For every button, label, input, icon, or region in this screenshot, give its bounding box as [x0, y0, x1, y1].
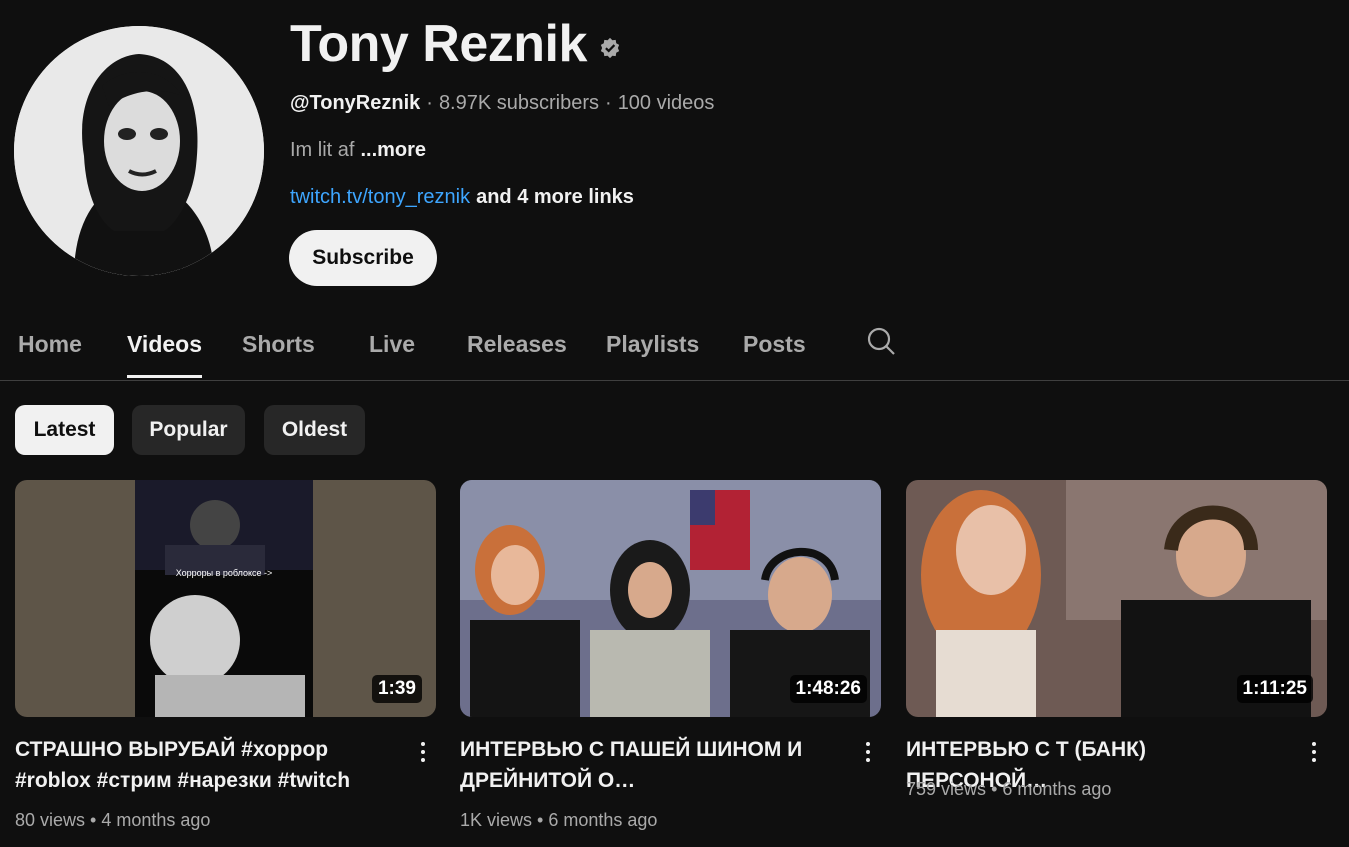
- tab-home[interactable]: Home: [18, 310, 82, 378]
- tab-releases[interactable]: Releases: [467, 310, 567, 378]
- video-card: 1:11:25 ИНТЕРВЬЮ С Т (БАНК) ПЕРСОНОЙ… 75…: [906, 480, 1327, 799]
- channel-description[interactable]: Im lit af ...more: [290, 137, 990, 163]
- channel-meta: @TonyReznik · 8.97K subscribers · 100 vi…: [290, 90, 990, 116]
- video-title[interactable]: СТРАШНО ВЫРУБАЙ #хоррор #roblox #стрим #…: [15, 734, 395, 796]
- thumbnail-caption: Хорроры в роблоксе ->: [176, 568, 273, 578]
- video-title[interactable]: ИНТЕРВЬЮ С ПАШЕЙ ШИНОМ И ДРЕЙНИТОЙ О РАЗ…: [460, 734, 840, 796]
- chip-latest[interactable]: Latest: [15, 405, 114, 455]
- subscribe-button[interactable]: Subscribe: [289, 230, 437, 286]
- tab-live[interactable]: Live: [369, 310, 415, 378]
- video-views: 759 views: [906, 779, 987, 799]
- more-vertical-icon[interactable]: [413, 738, 433, 768]
- video-thumbnail[interactable]: 1:48:26: [460, 480, 881, 717]
- video-thumbnail[interactable]: 1:11:25: [906, 480, 1327, 717]
- video-age: 6 months ago: [1002, 779, 1112, 799]
- tab-videos[interactable]: Videos: [127, 310, 202, 378]
- tab-posts[interactable]: Posts: [743, 310, 806, 378]
- video-thumbnail[interactable]: Хорроры в роблоксе -> 1:39: [15, 480, 436, 717]
- channel-avatar: [14, 26, 264, 276]
- more-vertical-icon[interactable]: [858, 738, 878, 768]
- video-duration: 1:48:26: [789, 675, 867, 703]
- video-views: 80 views: [15, 810, 86, 830]
- video-meta: 1K views • 6 months ago: [460, 810, 658, 830]
- description-more-link[interactable]: ...more: [360, 139, 426, 162]
- twitch-link[interactable]: twitch.tv/tony_reznik: [290, 186, 470, 209]
- avatar-image: [14, 26, 264, 276]
- channel-name: Tony Reznik: [290, 15, 587, 73]
- video-card: 1:48:26 ИНТЕРВЬЮ С ПАШЕЙ ШИНОМ И ДРЕЙНИТ…: [460, 480, 881, 830]
- video-card: Хорроры в роблоксе -> 1:39 СТРАШНО ВЫРУБ…: [15, 480, 436, 830]
- description-text: Im lit af: [290, 138, 355, 161]
- more-vertical-icon[interactable]: [1304, 738, 1324, 768]
- subscriber-count: 8.97K subscribers: [438, 91, 600, 114]
- chip-popular[interactable]: Popular: [132, 405, 245, 455]
- channel-tabs: Home Videos Shorts Live Releases Playlis…: [0, 310, 1349, 381]
- video-duration: 1:39: [371, 675, 422, 703]
- meta-separator: ·: [605, 91, 612, 114]
- video-meta: 80 views • 4 months ago: [15, 810, 211, 830]
- chip-oldest[interactable]: Oldest: [264, 405, 365, 455]
- video-meta: 759 views • 6 months ago: [906, 779, 1112, 799]
- channel-links: twitch.tv/tony_reznik and 4 more links: [290, 184, 990, 210]
- video-age: 4 months ago: [101, 810, 211, 830]
- video-duration: 1:11:25: [1236, 675, 1313, 703]
- video-views: 1K views: [460, 810, 533, 830]
- video-age: 6 months ago: [548, 810, 658, 830]
- verified-badge-icon: [600, 37, 620, 59]
- channel-header: Tony Reznik @TonyReznik · 8.97K subscrib…: [290, 12, 990, 210]
- meta-separator: ·: [426, 91, 433, 114]
- search-icon[interactable]: [866, 326, 896, 356]
- channel-name-row: Tony Reznik: [290, 12, 990, 76]
- tab-shorts[interactable]: Shorts: [242, 310, 315, 378]
- more-links-button[interactable]: and 4 more links: [476, 186, 634, 209]
- channel-handle: @TonyReznik: [290, 91, 421, 114]
- tab-playlists[interactable]: Playlists: [606, 310, 699, 378]
- video-count: 100 videos: [617, 91, 715, 114]
